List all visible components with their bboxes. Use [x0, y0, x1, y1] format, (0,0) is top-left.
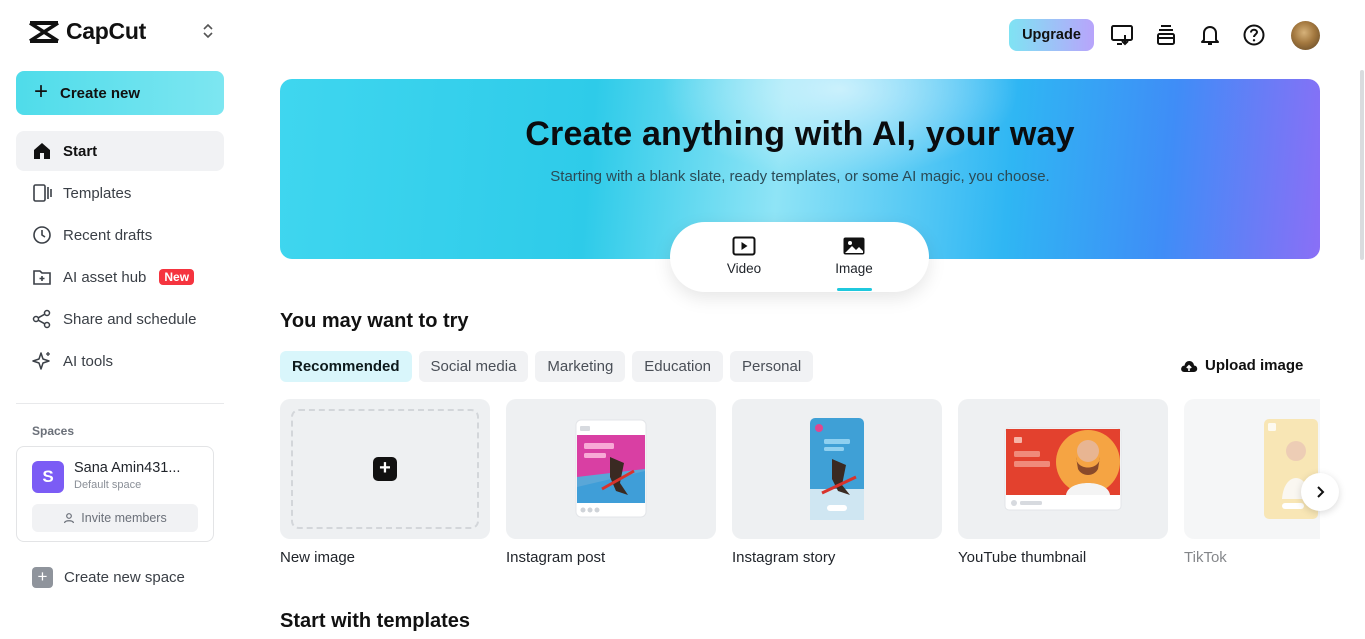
asset-hub-icon — [33, 270, 51, 285]
upload-image-button[interactable]: Upload image — [1180, 357, 1303, 374]
mode-image-button[interactable]: Image — [814, 236, 894, 276]
sidebar-divider — [16, 403, 224, 404]
sidebar-item-label: AI asset hub — [63, 268, 147, 286]
cloud-upload-icon — [1181, 360, 1198, 372]
sidebar-item-label: Recent drafts — [63, 226, 153, 244]
user-avatar[interactable] — [1291, 21, 1320, 50]
card-new-image[interactable]: + New image — [280, 399, 490, 566]
sidebar-item-recent-drafts[interactable]: Recent drafts — [16, 215, 224, 255]
card-label: Instagram story — [732, 549, 836, 566]
media-mode-switch: Video Image — [670, 222, 929, 292]
create-new-space-label: Create new space — [64, 569, 185, 586]
layers-icon[interactable] — [1154, 23, 1178, 47]
sidebar-item-label: Templates — [63, 184, 132, 202]
card-instagram-story[interactable]: Instagram story — [732, 399, 942, 566]
card-label: YouTube thumbnail — [958, 549, 1087, 566]
download-desktop-icon[interactable] — [1110, 23, 1134, 47]
logo-text: CapCut — [66, 18, 146, 44]
plus-icon: + — [373, 457, 397, 481]
card-youtube-thumbnail[interactable]: YouTube thumbnail — [958, 399, 1168, 566]
try-cards-row: + New image Instagram post Instagram sto… — [280, 399, 1320, 579]
hero-title: Create anything with AI, your way — [525, 115, 1075, 153]
sidebar-item-share-and-schedule[interactable]: Share and schedule — [16, 299, 224, 339]
card-thumbnail — [506, 399, 716, 539]
bell-icon[interactable] — [1198, 23, 1222, 47]
mode-label: Video — [726, 261, 762, 276]
help-icon[interactable] — [1242, 23, 1266, 47]
sidebar-item-templates[interactable]: Templates — [16, 173, 224, 213]
category-chips: Recommended Social media Marketing Educa… — [280, 351, 814, 382]
carousel-next-button[interactable] — [1301, 473, 1339, 511]
create-new-label: Create new — [60, 84, 141, 102]
clock-icon — [33, 226, 51, 244]
invite-members-button[interactable]: Invite members — [32, 504, 198, 532]
invite-members-label: Invite members — [81, 511, 167, 525]
plus-icon: + — [34, 77, 49, 105]
sidebar-item-label: AI tools — [63, 352, 114, 370]
capcut-logo-icon — [29, 20, 59, 43]
sidebar-item-start[interactable]: Start — [16, 131, 224, 171]
capcut-logo[interactable]: CapCut — [28, 18, 146, 45]
card-label: Instagram post — [506, 549, 606, 566]
upgrade-button[interactable]: Upgrade — [1009, 19, 1094, 51]
templates-section-title: Start with templates — [280, 610, 471, 632]
card-thumbnail: + — [280, 399, 490, 539]
hero-subtitle: Starting with a blank slate, ready templ… — [550, 168, 1050, 185]
chip-education[interactable]: Education — [632, 351, 723, 382]
card-thumbnail — [732, 399, 942, 539]
spaces-heading: Spaces — [32, 424, 75, 438]
card-instagram-post[interactable]: Instagram post — [506, 399, 716, 566]
chip-social-media[interactable]: Social media — [418, 351, 529, 382]
sidebar-nav: Start Templates Recent drafts AI asset h… — [16, 131, 224, 383]
chip-recommended[interactable]: Recommended — [280, 351, 412, 382]
image-icon — [843, 237, 865, 255]
chevron-right-icon — [1317, 486, 1325, 498]
card-tiktok[interactable]: TikTok — [1184, 399, 1320, 566]
space-name: Sana Amin431... — [74, 460, 181, 476]
plus-icon: + — [32, 567, 53, 588]
sidebar-item-label: Share and schedule — [63, 310, 197, 328]
create-new-button[interactable]: + Create new — [16, 71, 224, 115]
create-new-space-button[interactable]: + Create new space — [32, 567, 185, 588]
sparkle-icon — [32, 352, 50, 370]
sidebar: CapCut + Create new Start Templates Rece… — [0, 0, 240, 639]
person-icon — [64, 513, 75, 524]
youtube-thumbnail-preview — [1004, 427, 1122, 511]
sidebar-item-ai-tools[interactable]: AI tools — [16, 341, 224, 381]
tiktok-preview — [1264, 419, 1318, 519]
video-icon — [732, 236, 756, 256]
home-icon — [34, 143, 50, 159]
sidebar-item-label: Start — [63, 142, 98, 160]
try-section-title: You may want to try — [280, 310, 469, 332]
instagram-story-preview — [810, 418, 864, 520]
card-thumbnail — [958, 399, 1168, 539]
page-scrollbar[interactable] — [1360, 70, 1364, 260]
card-label: New image — [280, 549, 356, 566]
upload-image-label: Upload image — [1205, 357, 1304, 374]
mode-selected-indicator — [837, 288, 872, 291]
templates-icon — [33, 184, 52, 202]
sidebar-item-ai-asset-hub[interactable]: AI asset hub New — [16, 257, 224, 297]
chip-personal[interactable]: Personal — [730, 351, 814, 382]
chip-marketing[interactable]: Marketing — [535, 351, 626, 382]
mode-video-button[interactable]: Video — [704, 236, 784, 276]
card-thumbnail — [1184, 399, 1320, 539]
instagram-post-preview — [575, 419, 647, 518]
card-label: TikTok — [1184, 549, 1227, 566]
share-icon — [32, 309, 51, 329]
new-badge: New — [159, 269, 195, 285]
space-subtitle: Default space — [74, 479, 142, 491]
workspace-switch-chevron-icon[interactable] — [200, 22, 216, 42]
space-card[interactable]: S Sana Amin431... Default space Invite m… — [16, 446, 214, 542]
mode-label: Image — [835, 261, 873, 276]
space-avatar: S — [32, 461, 64, 493]
